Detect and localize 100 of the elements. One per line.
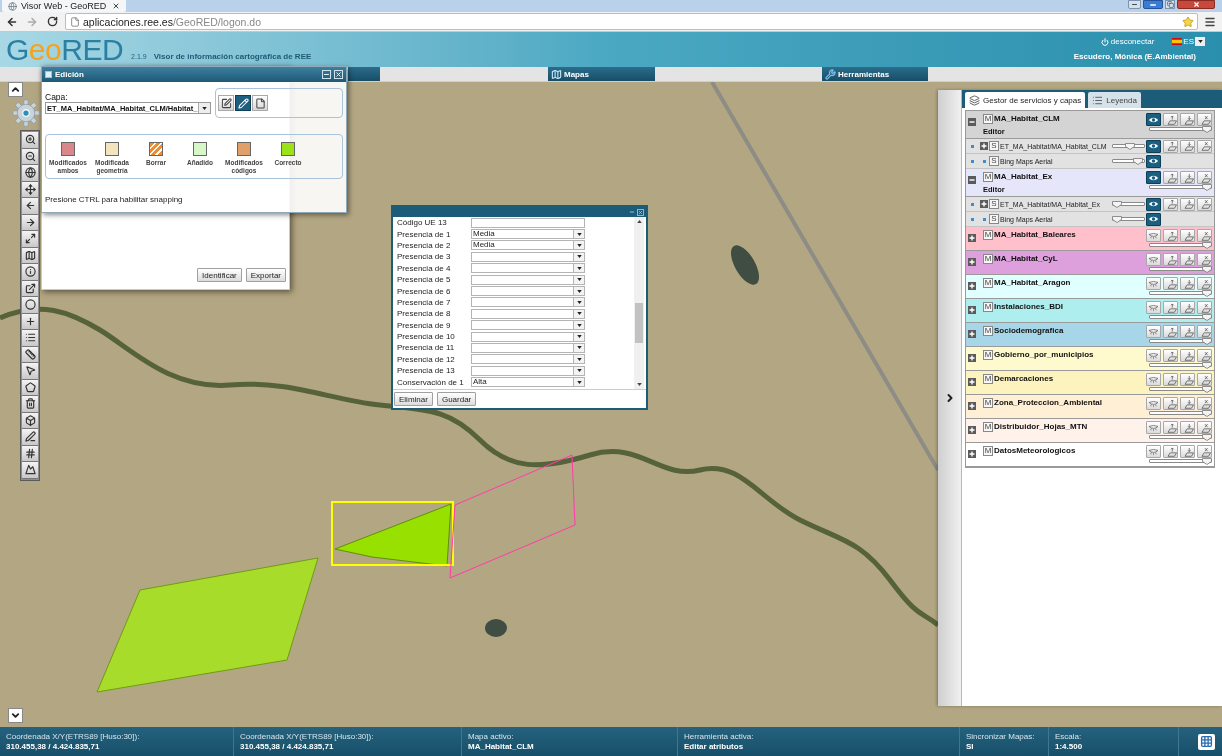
select-field[interactable]: [471, 251, 585, 262]
move-up-button[interactable]: [1163, 349, 1178, 362]
move-down-button[interactable]: [1180, 397, 1195, 410]
maximize-button[interactable]: [1143, 0, 1163, 9]
close-button[interactable]: [1177, 0, 1215, 9]
collapse-up-button[interactable]: [8, 82, 23, 97]
minimize-button[interactable]: [1128, 0, 1141, 9]
action-button[interactable]: Identificar: [197, 268, 242, 282]
expand-toggle[interactable]: [968, 282, 976, 290]
move-down-button[interactable]: [1180, 421, 1195, 434]
expand-toggle[interactable]: [968, 450, 976, 458]
opacity-slider[interactable]: [1149, 458, 1212, 465]
disconnect-link[interactable]: desconectar: [1100, 37, 1155, 46]
select-field[interactable]: [471, 343, 585, 353]
slider-thumb[interactable]: [1124, 142, 1135, 150]
expand-toggle[interactable]: [968, 306, 976, 314]
expand-toggle[interactable]: [968, 118, 976, 126]
visibility-toggle[interactable]: [1146, 212, 1161, 226]
opacity-slider[interactable]: [1149, 290, 1212, 297]
select-field[interactable]: [471, 320, 585, 331]
menu-button[interactable]: [1204, 15, 1216, 28]
globe-button[interactable]: [22, 165, 38, 182]
visibility-toggle[interactable]: [1146, 253, 1161, 266]
opacity-slider[interactable]: [1112, 215, 1145, 223]
move-down-button[interactable]: [1180, 229, 1195, 242]
opacity-slider[interactable]: [1149, 184, 1212, 191]
visibility-toggle[interactable]: [1146, 171, 1161, 184]
expand-toggle[interactable]: [968, 330, 976, 338]
address-field[interactable]: aplicaciones.ree.es/GeoRED/logon.do: [65, 13, 1198, 30]
close-button[interactable]: [637, 208, 644, 216]
opacity-slider[interactable]: [1149, 434, 1212, 441]
move-up-button[interactable]: [1163, 325, 1178, 338]
visibility-toggle[interactable]: [1146, 421, 1161, 434]
slider-thumb[interactable]: [1112, 215, 1122, 223]
move-up-button[interactable]: [1163, 397, 1178, 410]
select-field[interactable]: [471, 274, 585, 285]
opacity-slider[interactable]: [1112, 142, 1145, 150]
opacity-slider[interactable]: [1149, 266, 1212, 273]
remove-button[interactable]: [1197, 349, 1212, 362]
move-down-button[interactable]: [1180, 301, 1195, 314]
move-down-button[interactable]: [1180, 197, 1195, 211]
visibility-toggle[interactable]: [1146, 301, 1161, 314]
mountain-button[interactable]: [22, 462, 38, 479]
visibility-toggle[interactable]: [1146, 139, 1161, 153]
expand-toggle[interactable]: [968, 426, 976, 434]
select-field[interactable]: [471, 263, 585, 274]
opacity-slider[interactable]: [1149, 362, 1212, 369]
remove-button[interactable]: [1197, 229, 1212, 242]
pointer-button[interactable]: [22, 363, 38, 380]
move-down-button[interactable]: [1180, 171, 1195, 184]
slider-thumb[interactable]: [1112, 200, 1122, 208]
pen-button[interactable]: [22, 429, 38, 446]
panel-tab[interactable]: Leyenda: [1088, 92, 1141, 108]
move-up-button[interactable]: [1163, 301, 1178, 314]
bookmark-button[interactable]: [1181, 15, 1194, 28]
move-down-button[interactable]: [1180, 349, 1195, 362]
visibility-toggle[interactable]: [1146, 197, 1161, 211]
nav-tab[interactable]: Mapas: [548, 67, 655, 81]
remove-button[interactable]: [1197, 301, 1212, 314]
remove-button[interactable]: [1197, 253, 1212, 266]
expand-toggle[interactable]: [968, 354, 976, 362]
move-down-button[interactable]: [1180, 139, 1195, 153]
visibility-toggle[interactable]: [1146, 229, 1161, 242]
select-field[interactable]: [471, 286, 585, 297]
collapse-down-button[interactable]: [8, 708, 23, 723]
circle-button[interactable]: [22, 297, 38, 314]
visibility-toggle[interactable]: [1146, 445, 1161, 458]
opacity-slider[interactable]: [1149, 126, 1212, 133]
language-select[interactable]: ES: [1172, 37, 1205, 46]
table-button[interactable]: [1198, 733, 1215, 750]
move-down-button[interactable]: [1180, 253, 1195, 266]
move-up-button[interactable]: [1163, 445, 1178, 458]
visibility-toggle[interactable]: [1146, 397, 1161, 410]
expand-toggle[interactable]: [980, 142, 988, 150]
visibility-toggle[interactable]: [1146, 325, 1161, 338]
opacity-slider[interactable]: [1112, 200, 1145, 208]
opacity-slider[interactable]: [1112, 157, 1145, 165]
select-field[interactable]: Media: [471, 229, 585, 240]
nav-tab[interactable]: [348, 67, 380, 81]
panel-tab[interactable]: Gestor de servicios y capas: [965, 92, 1086, 108]
expand-button[interactable]: [22, 231, 38, 248]
action-button[interactable]: Guardar: [436, 392, 477, 406]
opacity-slider[interactable]: [1149, 338, 1212, 345]
remove-button[interactable]: [1197, 421, 1212, 434]
scrollbar-thumb[interactable]: [635, 303, 643, 343]
remove-button[interactable]: [1197, 171, 1212, 184]
action-button[interactable]: Eliminar: [394, 392, 433, 406]
visibility-toggle[interactable]: [1146, 373, 1161, 386]
edit-tool-button[interactable]: [235, 95, 251, 111]
opacity-slider[interactable]: [1149, 314, 1212, 321]
move-down-button[interactable]: [1180, 113, 1195, 126]
move-up-button[interactable]: [1163, 277, 1178, 290]
remove-button[interactable]: [1197, 277, 1212, 290]
move-down-button[interactable]: [1180, 373, 1195, 386]
visibility-toggle[interactable]: [1146, 113, 1161, 126]
browser-tab[interactable]: Visor Web - GeoRED: [2, 0, 126, 12]
expand-toggle[interactable]: [968, 234, 976, 242]
move-up-button[interactable]: [1163, 253, 1178, 266]
expand-toggle[interactable]: [968, 378, 976, 386]
opacity-slider[interactable]: [1149, 242, 1212, 249]
